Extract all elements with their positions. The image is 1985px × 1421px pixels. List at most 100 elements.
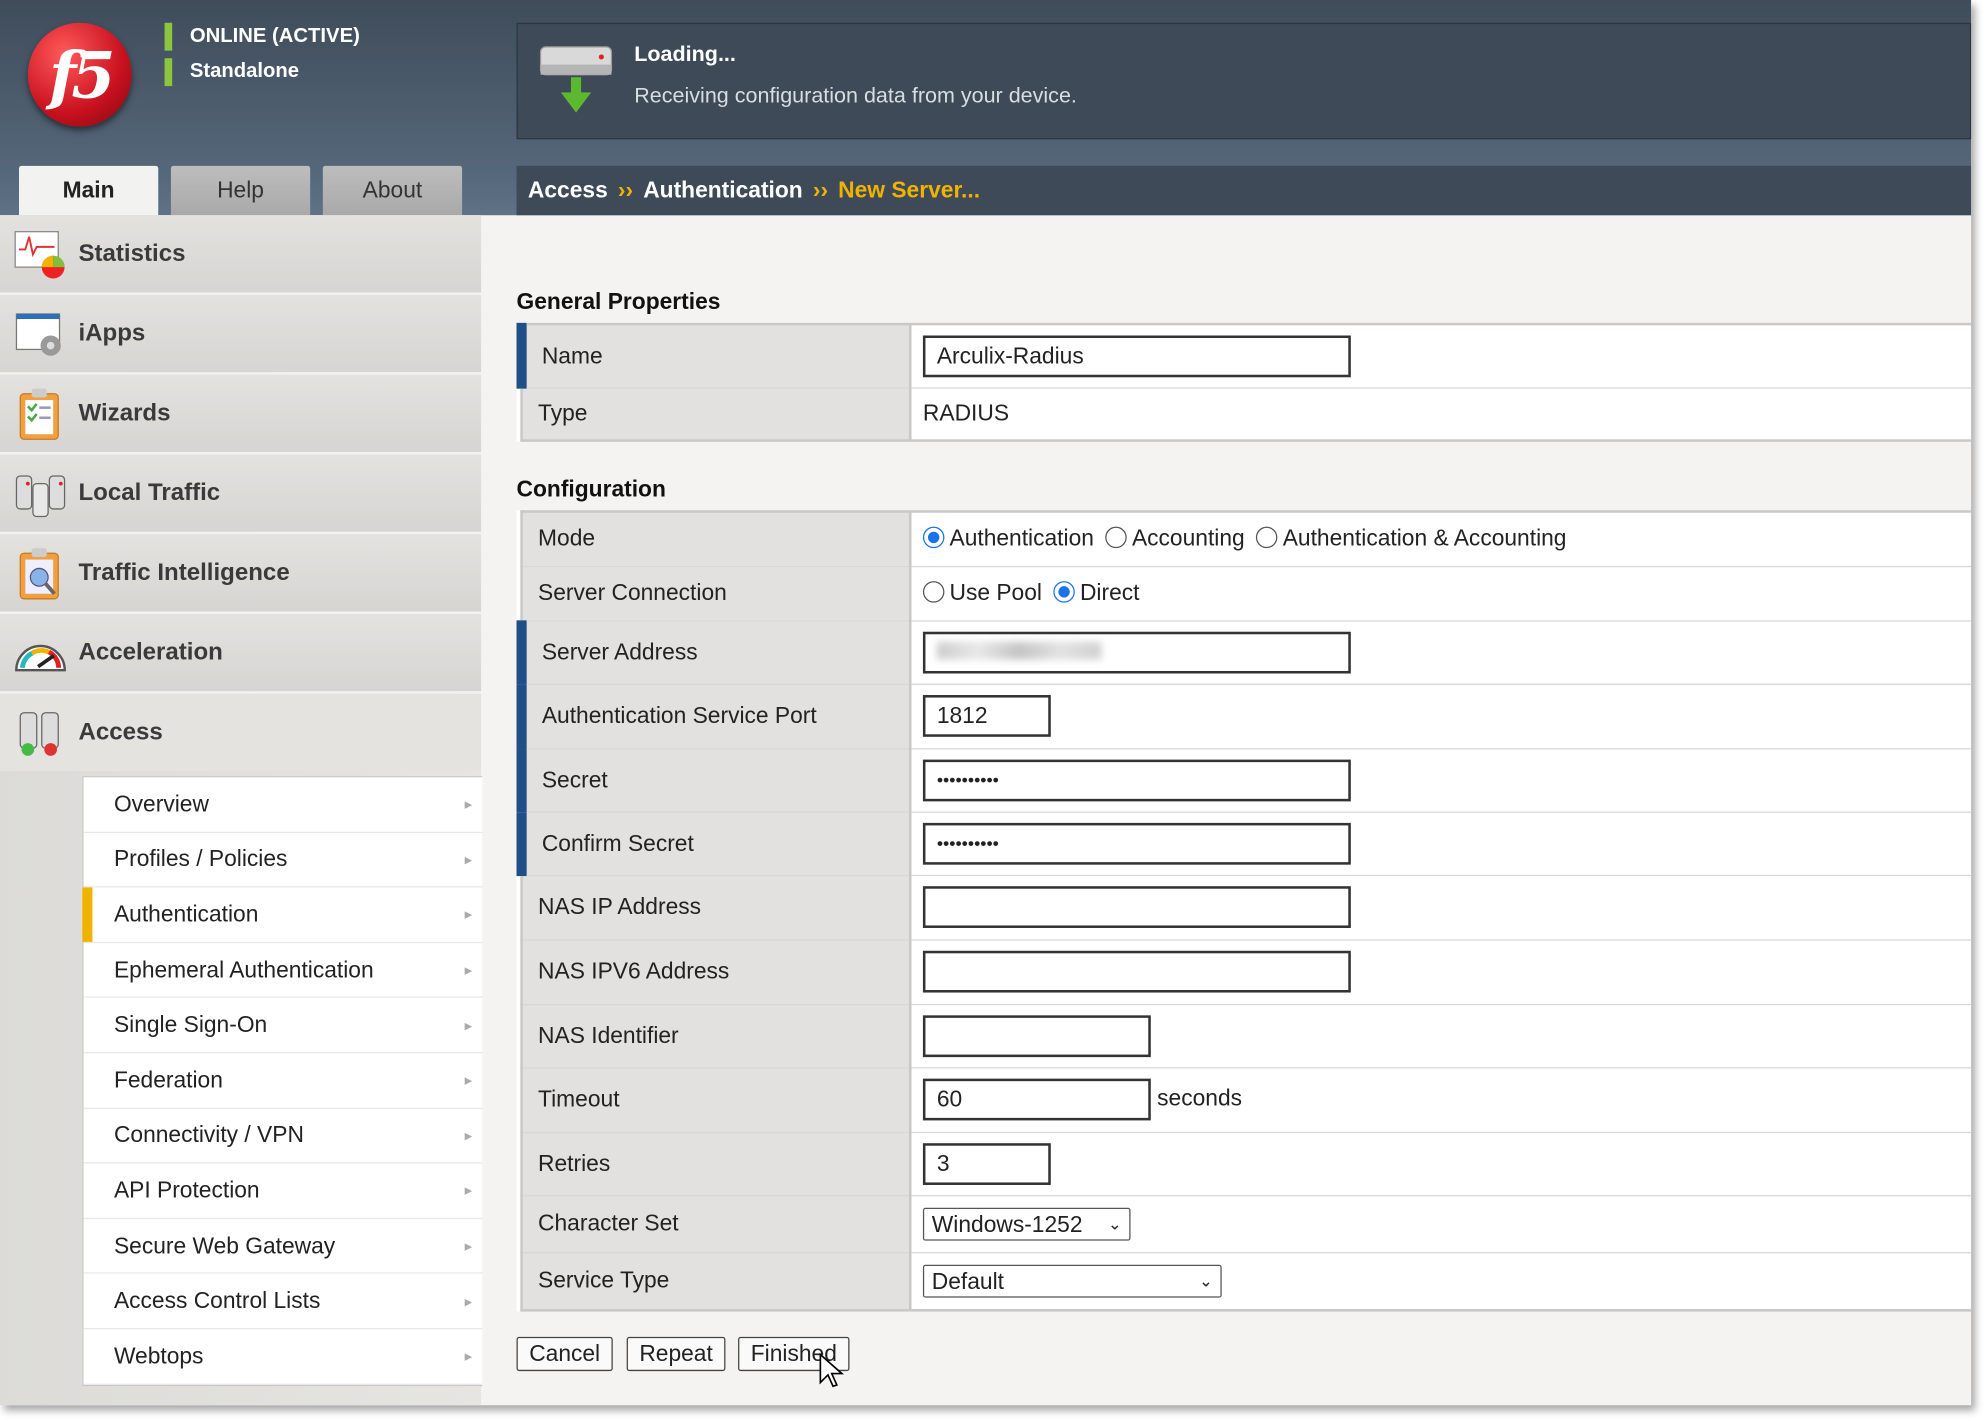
sidebar-item-label: Traffic Intelligence [78,558,290,586]
chevron-right-icon: ▸ [464,795,473,814]
cancel-button[interactable]: Cancel [516,1336,613,1372]
sidebar-item-label: Statistics [78,239,186,267]
breadcrumb: Access ›› Authentication ›› New Server... [516,165,1972,216]
port-input[interactable]: 1812 [922,695,1051,737]
submenu-webtops[interactable]: Webtops ▸ [83,1329,483,1385]
submenu-access-control-lists[interactable]: Access Control Lists ▸ [83,1274,483,1330]
breadcrumb-authentication[interactable]: Authentication [643,177,803,202]
sidebar-item-label: Local Traffic [78,479,221,506]
radio-label: Direct [1079,579,1140,606]
submenu-label: Ephemeral Authentication [113,956,374,982]
loading-banner: Loading... Receiving configuration data … [516,22,1972,140]
radio-label: Authentication [949,525,1094,552]
name-input[interactable]: Arculix-Radius [922,335,1351,377]
status-online: ONLINE (ACTIVE) [164,22,360,51]
submenu-label: Single Sign-On [113,1011,268,1038]
general-properties-heading: General Properties [516,288,721,314]
mode-authentication-radio[interactable] [922,526,945,549]
nas-identifier-label: NAS Identifier [521,1003,912,1068]
chevron-right-icon: ▸ [464,1126,473,1145]
submenu-label: Access Control Lists [113,1287,321,1314]
submenu-secure-web-gateway[interactable]: Secure Web Gateway ▸ [83,1219,483,1275]
loading-title: Loading... [634,41,736,66]
repeat-button[interactable]: Repeat [626,1336,726,1372]
sidebar-item-acceleration[interactable]: Acceleration [0,614,482,694]
submenu-connectivity-vpn[interactable]: Connectivity / VPN ▸ [83,1108,483,1164]
submenu-label: Webtops [113,1342,204,1369]
chevron-right-icon: ▸ [464,1071,473,1090]
wizards-icon [13,385,69,441]
sidebar-item-label: iApps [78,319,146,347]
nas-identifier-input[interactable] [922,1014,1151,1057]
mode-accounting-radio[interactable] [1105,526,1127,549]
configuration-heading: Configuration [516,476,666,502]
sidebar-item-traffic-intelligence[interactable]: Traffic Intelligence [0,534,482,615]
page: f5 ONLINE (ACTIVE) Standalone Loading...… [0,0,1972,1406]
select-value: Windows-1252 [931,1210,1083,1237]
submenu-overview[interactable]: Overview ▸ [83,777,483,833]
download-icon [539,46,613,113]
traffic-intelligence-icon [13,545,69,601]
sidebar-item-access[interactable]: Access [0,693,482,771]
general-properties-table: Name Arculix-Radius Type RADIUS [516,322,1972,442]
sidebar-item-label: Wizards [78,399,171,427]
sidebar-item-label: Access [78,718,163,746]
breadcrumb-access[interactable]: Access [528,177,608,202]
service-type-label: Service Type [521,1252,912,1311]
tab-help[interactable]: Help [170,165,311,216]
local-traffic-icon [13,465,69,521]
server-connection-label: Server Connection [521,565,912,621]
submenu-label: Secure Web Gateway [113,1232,336,1258]
radio-label: Authentication & Accounting [1282,525,1567,552]
server-address-input[interactable] [922,631,1351,673]
sidebar-item-iapps[interactable]: iApps [0,294,482,375]
iapps-icon [13,306,69,362]
nas-ipv6-input[interactable] [922,950,1351,993]
service-type-select[interactable]: Default ⌄ [922,1264,1222,1298]
character-set-label: Character Set [521,1195,912,1253]
timeout-unit: seconds [1157,1085,1243,1111]
character-set-select[interactable]: Windows-1252 ⌄ [922,1207,1131,1241]
tab-main[interactable]: Main [18,165,159,216]
retries-input[interactable]: 3 [922,1142,1051,1185]
nas-ip-input[interactable] [922,886,1351,928]
sidebar-item-statistics[interactable]: Statistics [0,215,482,295]
use-pool-radio[interactable] [922,581,945,603]
access-icon [13,705,69,761]
name-label: Name [516,324,912,389]
submenu-profiles-policies[interactable]: Profiles / Policies ▸ [83,833,483,888]
direct-radio[interactable] [1053,581,1075,603]
status-standalone: Standalone [164,58,299,87]
chevron-right-icon: ▸ [464,1016,473,1034]
select-value: Default [931,1268,1004,1294]
server-address-label: Server Address [516,620,912,685]
submenu-ephemeral-authentication[interactable]: Ephemeral Authentication ▸ [83,943,483,999]
confirm-secret-label: Confirm Secret [516,811,912,876]
sidebar-item-local-traffic[interactable]: Local Traffic [0,454,482,535]
sidebar-item-wizards[interactable]: Wizards [0,374,482,455]
breadcrumb-separator: ›› [812,177,829,203]
port-label: Authentication Service Port [516,683,912,749]
sidebar-item-label: Acceleration [78,638,223,666]
chevron-down-icon: ⌄ [1107,1213,1122,1233]
timeout-input[interactable]: 60 [922,1078,1151,1121]
breadcrumb-separator: ›› [617,177,634,203]
submenu-federation[interactable]: Federation ▸ [83,1053,483,1109]
chevron-right-icon: ▸ [464,1236,473,1255]
submenu-api-protection[interactable]: API Protection ▸ [83,1164,483,1219]
submenu-single-sign-on[interactable]: Single Sign-On ▸ [83,998,483,1054]
tab-about[interactable]: About [322,165,463,216]
submenu-label: Federation [113,1066,223,1093]
f5-logo[interactable]: f5 [27,22,132,127]
submenu-authentication[interactable]: Authentication ▸ [82,887,483,943]
chevron-right-icon: ▸ [464,850,473,869]
confirm-secret-input[interactable]: •••••••••• [922,822,1351,865]
radio-label: Use Pool [949,579,1042,606]
mode-auth-accounting-radio[interactable] [1256,526,1278,549]
chevron-right-icon: ▸ [464,1347,473,1366]
secret-input[interactable]: •••••••••• [922,758,1351,801]
secret-label: Secret [516,748,912,813]
statistics-icon [13,226,69,282]
access-submenu: Overview ▸ Profiles / Policies ▸ Authentic… [82,776,483,1386]
chevron-down-icon: ⌄ [1199,1270,1213,1290]
